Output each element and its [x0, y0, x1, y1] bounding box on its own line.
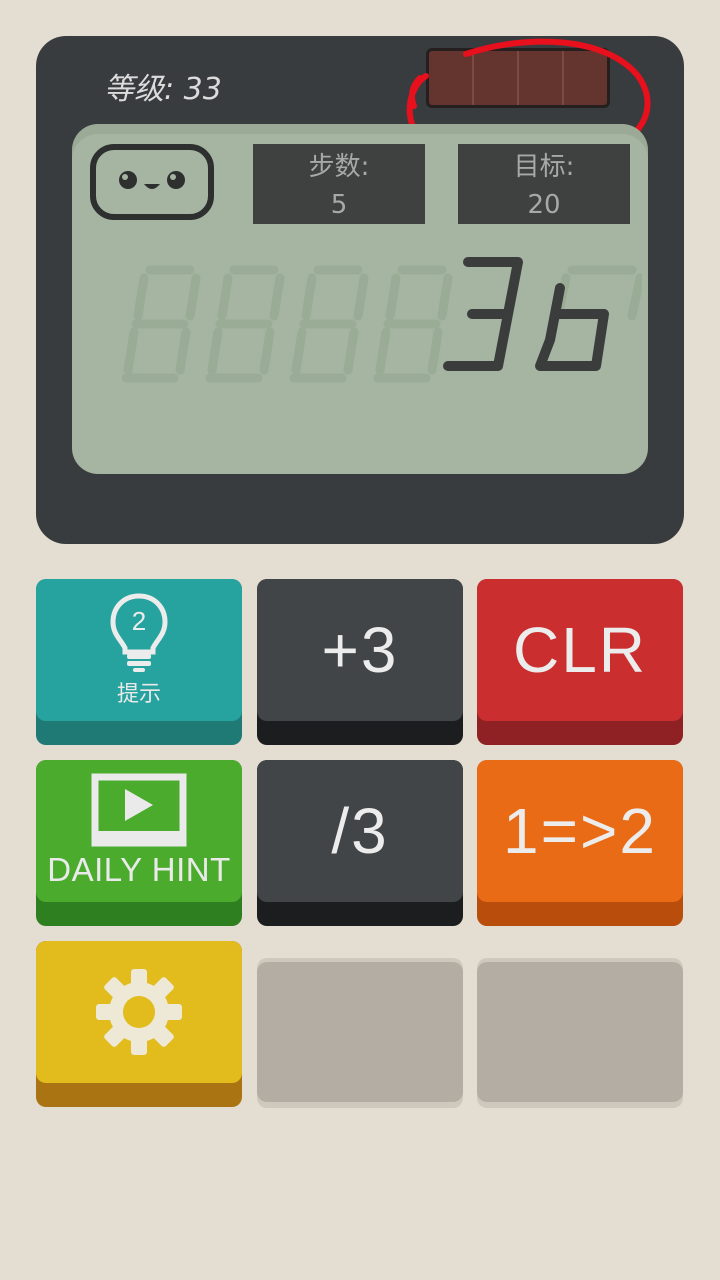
- settings-button[interactable]: [36, 941, 242, 1107]
- calculator-device: 等级: 33 步数: 5 目标: 20: [36, 36, 684, 544]
- plus-3-label: +3: [321, 614, 399, 686]
- goal-box: 目标: 20: [458, 144, 630, 224]
- daily-hint-button[interactable]: DAILY HINT: [36, 760, 242, 926]
- daily-hint-label: DAILY HINT: [47, 851, 231, 888]
- empty-key-slot: [477, 958, 683, 1108]
- play-video-icon: [91, 773, 187, 847]
- empty-key-slot: [257, 958, 463, 1108]
- divide-3-label: /3: [331, 795, 389, 867]
- level-indicator: 等级: 33: [104, 72, 222, 107]
- clear-button[interactable]: CLR: [477, 579, 683, 745]
- replace-label: 1=>2: [503, 795, 657, 867]
- divide-3-button[interactable]: /3: [257, 760, 463, 926]
- value-digits: [443, 257, 609, 371]
- hint-count: 2: [132, 606, 146, 636]
- goal-value: 20: [527, 190, 561, 220]
- lightbulb-icon: 2: [110, 593, 168, 672]
- clear-label: CLR: [512, 614, 648, 686]
- lcd-screen: 步数: 5 目标: 20: [72, 124, 648, 474]
- moves-box: 步数: 5: [253, 144, 425, 224]
- plus-3-button[interactable]: +3: [257, 579, 463, 745]
- hint-label: 提示: [116, 682, 161, 707]
- moves-value: 5: [330, 190, 348, 220]
- replace-1-with-2-button[interactable]: 1=>2: [477, 760, 683, 926]
- moves-label: 步数:: [308, 152, 370, 182]
- hint-button[interactable]: 2 提示: [36, 579, 242, 745]
- current-value-display: [122, 257, 642, 383]
- solar-panel: [426, 48, 610, 108]
- robot-face-icon: [90, 144, 214, 220]
- goal-label: 目标:: [513, 152, 575, 182]
- gear-icon: [96, 969, 182, 1055]
